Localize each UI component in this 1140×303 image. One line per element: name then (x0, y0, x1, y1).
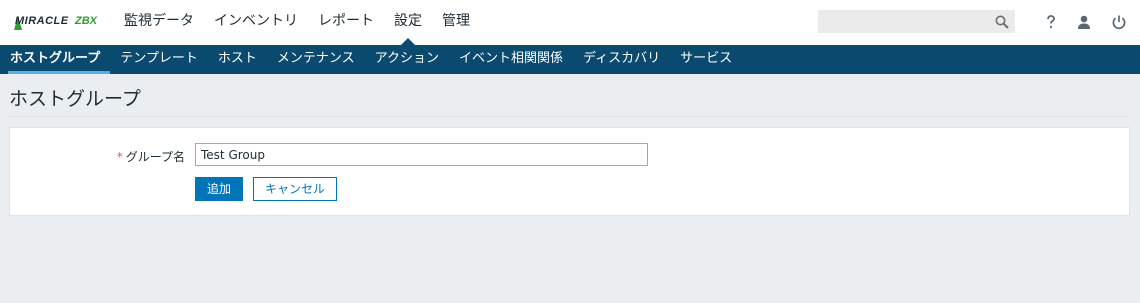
main-nav-monitoring[interactable]: 監視データ (114, 0, 204, 45)
brand-logo[interactable]: MIRACLE ZBX (14, 13, 101, 33)
add-button[interactable]: 追加 (195, 177, 243, 201)
sub-nav: ホストグループ テンプレート ホスト メンテナンス アクション イベント相関関係… (0, 45, 1140, 74)
user-icon[interactable] (1076, 14, 1092, 30)
tab-event-correlation[interactable]: イベント相関関係 (449, 45, 573, 74)
tab-maintenance[interactable]: メンテナンス (267, 45, 365, 74)
cancel-button[interactable]: キャンセル (253, 177, 337, 201)
tab-hosts[interactable]: ホスト (208, 45, 267, 74)
power-icon[interactable] (1111, 14, 1127, 30)
search-box[interactable] (818, 10, 1015, 33)
help-icon[interactable] (1043, 14, 1059, 30)
top-bar: MIRACLE ZBX 監視データ インベントリ レポート 設定 管理 (0, 0, 1140, 45)
page-title: ホストグループ (9, 88, 141, 110)
group-name-label: * グループ名 (117, 148, 185, 165)
group-name-label-text: グループ名 (125, 150, 185, 164)
brand-name: MIRACLE (15, 15, 69, 27)
main-nav-configuration[interactable]: 設定 (384, 0, 432, 45)
tab-discovery[interactable]: ディスカバリ (573, 45, 670, 74)
tab-host-groups[interactable]: ホストグループ (0, 45, 111, 74)
main-nav-reports[interactable]: レポート (308, 0, 384, 45)
required-marker: * (116, 150, 123, 164)
brand-accent: ZBX (75, 15, 97, 27)
main-nav-administration[interactable]: 管理 (432, 0, 480, 45)
main-nav: 監視データ インベントリ レポート 設定 管理 (114, 0, 480, 45)
title-divider (9, 116, 1130, 117)
host-group-form: *グループ名 追加 キャンセル (9, 127, 1130, 216)
group-name-input[interactable] (195, 143, 648, 166)
main-nav-inventory[interactable]: インベントリ (204, 0, 308, 45)
tab-actions[interactable]: アクション (365, 45, 449, 74)
tab-templates[interactable]: テンプレート (110, 45, 208, 74)
search-icon[interactable] (995, 15, 1009, 29)
tab-services[interactable]: サービス (670, 45, 742, 74)
